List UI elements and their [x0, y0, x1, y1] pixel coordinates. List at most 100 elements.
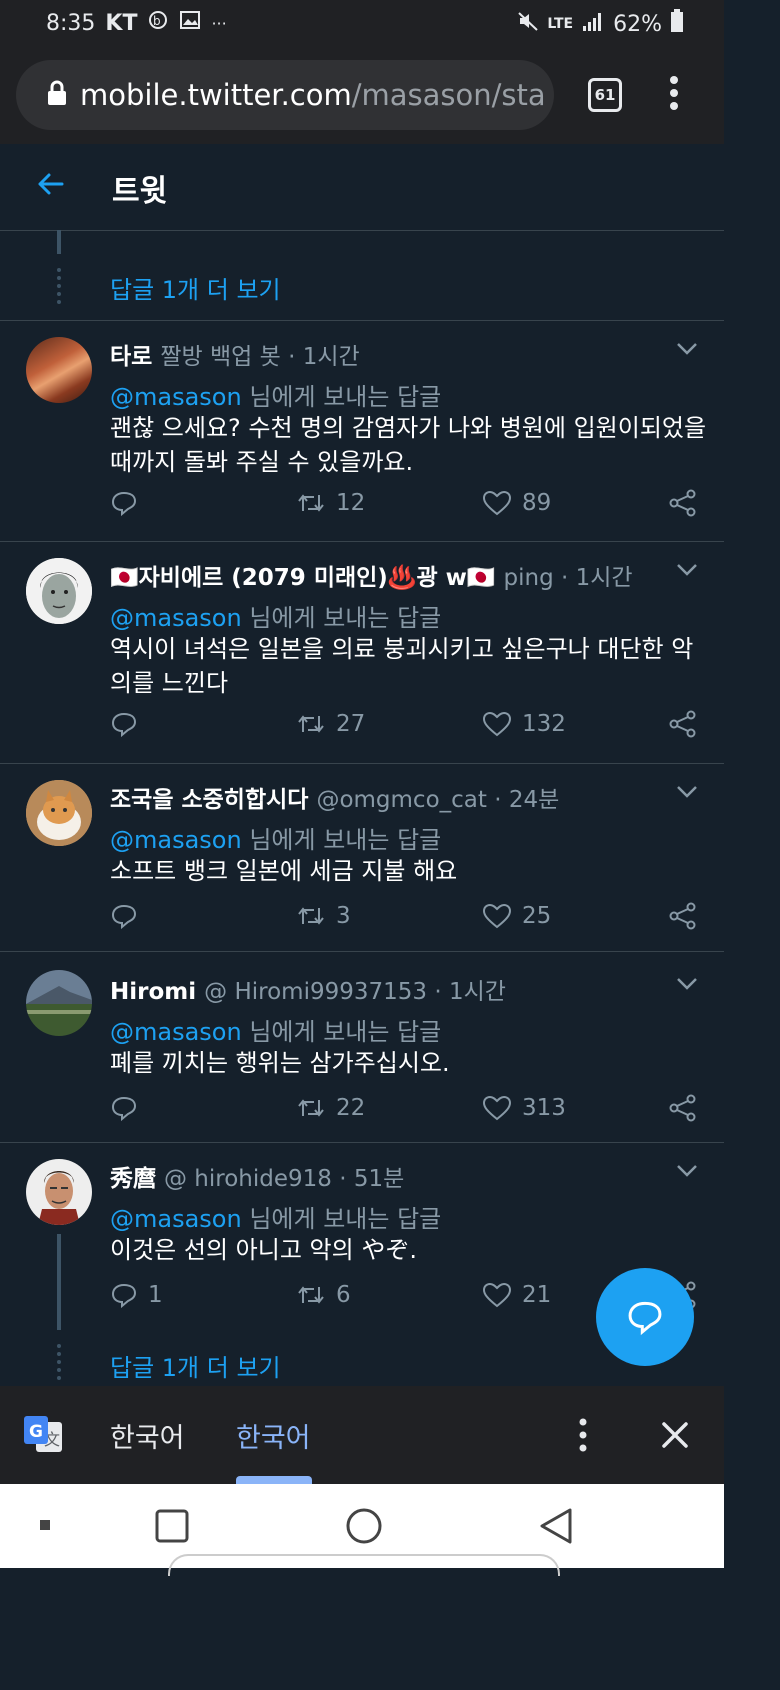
display-name: 타로 [110, 344, 153, 370]
image-icon [179, 9, 201, 37]
lock-icon [46, 80, 68, 110]
reply-button[interactable]: 1 [110, 1281, 163, 1309]
tab-switcher-button[interactable]: 61 [588, 78, 622, 112]
share-icon [669, 1094, 696, 1122]
avatar[interactable] [26, 970, 92, 1036]
thread-dots [57, 1344, 61, 1380]
retweet-button[interactable]: 12 [296, 489, 365, 517]
tweet-actions: 12 89 [110, 489, 710, 529]
tweet-author[interactable]: 조국을 소중히합시다 @omgmco_cat · 24분 [110, 780, 559, 814]
heart-icon [482, 490, 512, 516]
tweet-text: 폐를 끼치는 행위는 삼가주십시오. [110, 1049, 450, 1077]
retweet-icon [298, 907, 324, 925]
retweet-button[interactable]: 6 [296, 1281, 351, 1309]
retweet-button[interactable]: 22 [296, 1094, 365, 1122]
avatar[interactable] [26, 558, 92, 624]
tweet[interactable]: 🇯🇵자비에르 (2079 미래인)♨️광 w🇯🇵 ping · 1시간 @masa… [0, 542, 724, 762]
tweet-author[interactable]: 秀麿 @ hirohide918 · 51분 [110, 1159, 404, 1193]
handle: ping [503, 565, 554, 591]
avatar[interactable] [26, 1159, 92, 1225]
back-arrow-icon [38, 173, 64, 195]
recents-dot-icon [40, 1520, 50, 1530]
home-button[interactable] [344, 1506, 384, 1550]
reply-context: @masason 님에게 보내는 답글 [110, 820, 441, 855]
tweet-author[interactable]: Hiromi @ Hiromi99937153 · 1시간 [110, 972, 506, 1006]
retweet-count: 6 [336, 1282, 351, 1308]
show-more-replies-link[interactable]: 답글 1개 더 보기 [110, 1348, 281, 1383]
reply-context-label: 님에게 보내는 답글 [241, 1018, 442, 1046]
google-translate-icon: 文G [22, 1414, 64, 1460]
timestamp: · 1시간 [434, 979, 506, 1005]
circle-icon [346, 1508, 382, 1544]
show-more-replies-link[interactable]: 답글 1개 더 보기 [110, 270, 281, 305]
mention-link[interactable]: @masason [110, 604, 242, 632]
url-text: mobile.twitter.com/masason/sta [80, 78, 546, 112]
heart-icon [482, 903, 512, 929]
more-notifications-icon: ··· [211, 13, 227, 33]
tweet[interactable]: 타로 짤방 백업 봇 · 1시간 @masason 님에게 보내는 답글 괜찮 으… [0, 321, 724, 541]
like-button[interactable]: 89 [482, 489, 551, 517]
mention-link[interactable]: @masason [110, 1205, 242, 1233]
like-count: 89 [522, 490, 552, 516]
like-button[interactable]: 132 [482, 710, 566, 738]
compose-button[interactable] [596, 1268, 694, 1366]
close-button[interactable] [660, 1420, 690, 1454]
handle: @omgmco_cat [316, 787, 487, 813]
share-button[interactable] [668, 902, 698, 930]
translate-menu-button[interactable] [574, 1418, 592, 1456]
gesture-handle [168, 1554, 560, 1576]
like-button[interactable]: 313 [482, 1094, 566, 1122]
reply-button[interactable] [110, 902, 138, 930]
back-button[interactable] [34, 168, 66, 204]
like-button[interactable]: 25 [482, 902, 551, 930]
tweet-actions: 3 25 [110, 902, 710, 942]
back-nav-button[interactable] [538, 1506, 574, 1550]
carrier: KT [105, 10, 138, 36]
display-name: 秀麿 [110, 1166, 156, 1192]
reply-button[interactable] [110, 710, 138, 738]
retweet-button[interactable]: 27 [296, 710, 365, 738]
share-button[interactable] [668, 489, 698, 517]
tweet[interactable]: 조국을 소중히합시다 @omgmco_cat · 24분 @masason 님에게… [0, 764, 724, 950]
notification-icon: b [147, 9, 169, 37]
like-count: 25 [522, 903, 552, 929]
url-path: /masason/sta [351, 78, 546, 112]
tweet[interactable]: Hiromi @ Hiromi99937153 · 1시간 @masason 님에… [0, 952, 724, 1142]
page-title: 트윗 [112, 174, 168, 209]
retweet-icon [298, 1286, 324, 1304]
avatar[interactable] [26, 337, 92, 403]
mention-link[interactable]: @masason [110, 1018, 242, 1046]
active-tab-indicator [236, 1476, 312, 1484]
tab-target-language[interactable]: 한국어 [236, 1416, 311, 1455]
reply-context: @masason 님에게 보내는 답글 [110, 1199, 441, 1234]
address-bar[interactable]: mobile.twitter.com/masason/sta [16, 60, 554, 130]
battery-level: 62% [613, 11, 662, 37]
recent-apps-button[interactable] [154, 1508, 190, 1548]
chevron-down-icon[interactable] [676, 1163, 698, 1182]
network-type: LTE [547, 16, 574, 32]
chevron-down-icon[interactable] [676, 784, 698, 803]
reply-count: 1 [148, 1282, 163, 1308]
tweet-author[interactable]: 🇯🇵자비에르 (2079 미래인)♨️광 w🇯🇵 ping · 1시간 [110, 558, 633, 592]
share-button[interactable] [668, 1094, 698, 1122]
tab-source-language[interactable]: 한국어 [110, 1416, 185, 1455]
retweet-icon [298, 494, 324, 512]
chevron-down-icon[interactable] [676, 562, 698, 581]
browser-menu-button[interactable] [664, 76, 684, 110]
avatar[interactable] [26, 780, 92, 846]
share-icon [669, 902, 696, 930]
like-button[interactable]: 21 [482, 1281, 551, 1309]
mute-icon [517, 10, 539, 38]
tweet-author[interactable]: 타로 짤방 백업 봇 · 1시간 [110, 337, 360, 371]
chevron-down-icon[interactable] [676, 976, 698, 995]
retweet-button[interactable]: 3 [296, 902, 351, 930]
chevron-down-icon[interactable] [676, 341, 698, 360]
translate-bar: 文G 한국어 한국어 [0, 1386, 724, 1484]
mention-link[interactable]: @masason [110, 383, 242, 411]
page-header: 트윗 [0, 144, 724, 231]
mention-link[interactable]: @masason [110, 826, 242, 854]
share-button[interactable] [668, 710, 698, 738]
timestamp: · 24분 [494, 787, 560, 813]
reply-button[interactable] [110, 1094, 138, 1122]
reply-button[interactable] [110, 489, 138, 517]
